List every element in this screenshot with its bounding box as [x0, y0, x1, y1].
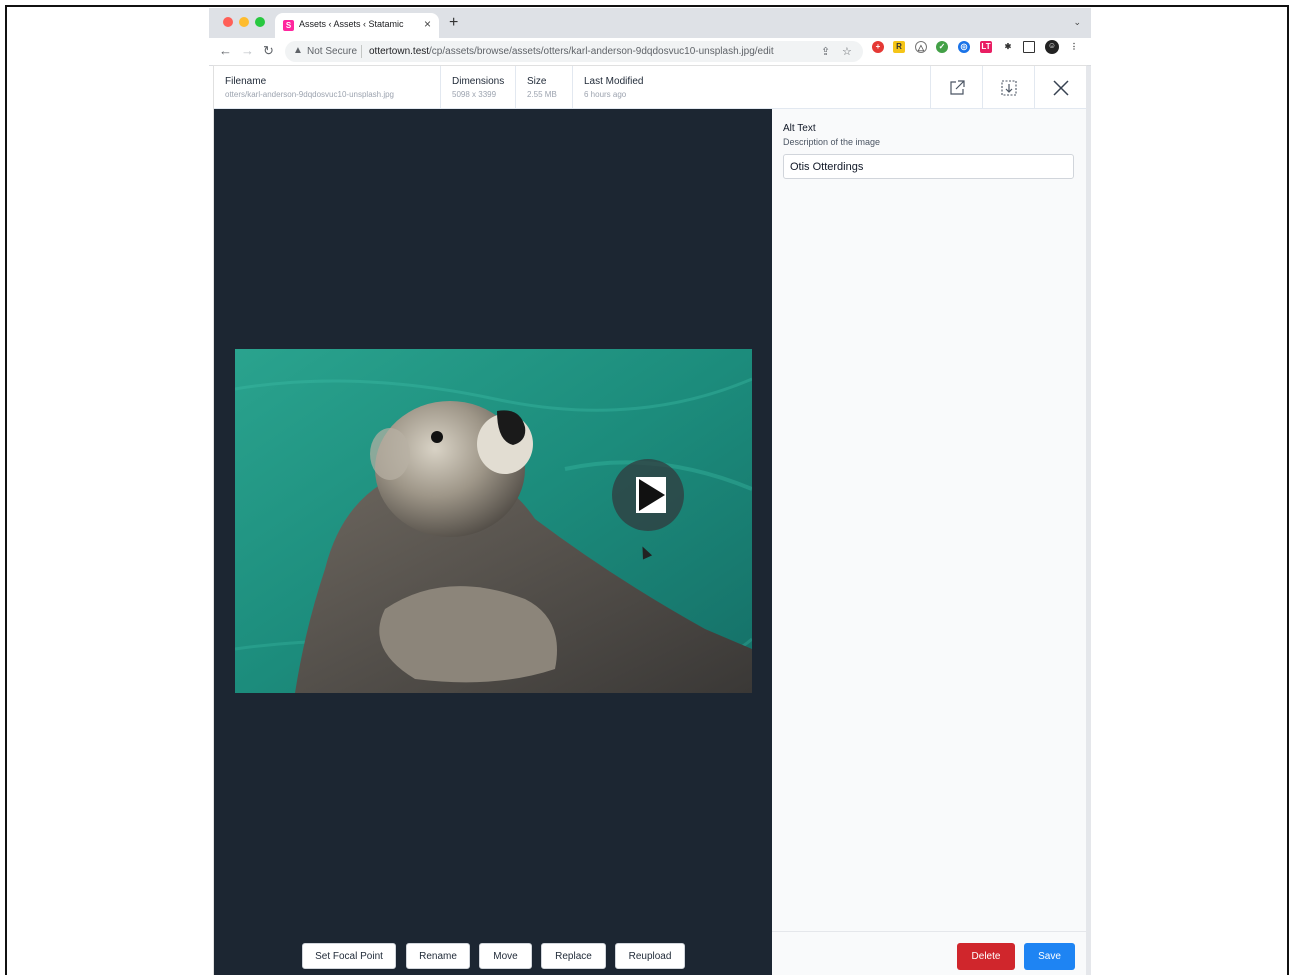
- browser-tab[interactable]: S Assets ‹ Assets ‹ Statamic ×: [275, 13, 439, 38]
- close-icon: [1052, 79, 1069, 96]
- asset-meta-header: Filename otters/karl-anderson-9dqdosvuc1…: [214, 66, 1086, 109]
- minimize-window-button[interactable]: [239, 17, 249, 27]
- filename-value: otters/karl-anderson-9dqdosvuc10-unsplas…: [225, 90, 394, 99]
- tab-title: Assets ‹ Assets ‹ Statamic: [299, 19, 404, 29]
- meta-size: Size 2.55 MB: [516, 66, 573, 109]
- page-scrollbar[interactable]: [1086, 66, 1091, 975]
- extension-red-icon[interactable]: +: [872, 41, 884, 53]
- statamic-favicon-icon: S: [283, 20, 294, 31]
- asset-action-bar: Set Focal Point Rename Move Replace Reup…: [214, 931, 772, 975]
- browser-window: S Assets ‹ Assets ‹ Statamic × + ⌄ ← → ↻…: [209, 8, 1091, 975]
- maximize-window-button[interactable]: [255, 17, 265, 27]
- profile-icon[interactable]: ☺: [1045, 40, 1059, 54]
- download-button[interactable]: [982, 66, 1034, 109]
- alt-text-label: Alt Text: [783, 123, 816, 134]
- tab-bar: S Assets ‹ Assets ‹ Statamic × + ⌄: [209, 8, 1091, 38]
- move-button[interactable]: Move: [479, 943, 532, 969]
- replace-button[interactable]: Replace: [541, 943, 606, 969]
- otter-photo: [235, 349, 752, 693]
- forward-arrow-icon[interactable]: →: [241, 43, 254, 58]
- extension-cloud-icon[interactable]: △: [915, 41, 927, 53]
- external-link-icon: [949, 79, 965, 95]
- new-tab-button[interactable]: +: [449, 14, 458, 32]
- address-bar[interactable]: ▲ Not Secure ottertown.test/cp/assets/br…: [285, 41, 863, 62]
- set-focal-point-button[interactable]: Set Focal Point: [302, 943, 396, 969]
- meta-last-modified: Last Modified 6 hours ago: [573, 66, 663, 109]
- star-icon[interactable]: ☆: [842, 45, 852, 58]
- extension-lt-icon[interactable]: LT: [980, 41, 992, 53]
- modified-value: 6 hours ago: [584, 90, 627, 99]
- reupload-button[interactable]: Reupload: [615, 943, 685, 969]
- sidebar-icon[interactable]: [1023, 41, 1035, 53]
- alt-text-help: Description of the image: [783, 137, 881, 147]
- size-value: 2.55 MB: [527, 90, 557, 99]
- download-icon: [1000, 79, 1017, 96]
- dimensions-value: 5098 x 3399: [452, 90, 497, 99]
- asset-editor: Filename otters/karl-anderson-9dqdosvuc1…: [214, 66, 1086, 975]
- delete-button[interactable]: Delete: [957, 943, 1015, 970]
- open-in-new-tab-button[interactable]: [930, 66, 982, 109]
- tab-close-icon[interactable]: ×: [424, 17, 431, 31]
- close-editor-button[interactable]: [1034, 66, 1086, 109]
- asset-fields-sidebar: Alt Text Description of the image Delete…: [772, 109, 1086, 975]
- meta-dimensions: Dimensions 5098 x 3399: [441, 66, 516, 109]
- image-preview-pane: Set Focal Point Rename Move Replace Reup…: [214, 109, 772, 975]
- modified-label: Last Modified: [584, 76, 644, 87]
- rename-button[interactable]: Rename: [406, 943, 470, 969]
- url-text[interactable]: ottertown.test/cp/assets/browse/assets/o…: [369, 46, 774, 57]
- url-path: /cp/assets/browse/assets/otters/karl-and…: [429, 46, 774, 57]
- security-label: Not Secure: [307, 46, 358, 57]
- extension-r-icon[interactable]: R: [893, 41, 905, 53]
- size-label: Size: [527, 76, 547, 87]
- play-icon: [636, 477, 666, 513]
- menu-icon[interactable]: ⋮: [1068, 41, 1080, 53]
- filename-label: Filename: [225, 76, 267, 87]
- tab-search-chevron-icon[interactable]: ⌄: [1073, 17, 1081, 28]
- reload-icon[interactable]: ↻: [263, 43, 274, 59]
- play-button[interactable]: [612, 459, 684, 531]
- url-host: ottertown.test: [369, 46, 430, 57]
- warning-icon: ▲: [293, 45, 303, 56]
- extension-password-icon[interactable]: ◎: [958, 41, 970, 53]
- extension-shield-icon[interactable]: ✓: [936, 41, 948, 53]
- asset-image[interactable]: [235, 349, 752, 693]
- share-icon[interactable]: ⇪: [821, 45, 830, 58]
- dimensions-label: Dimensions: [452, 76, 505, 87]
- alt-text-input[interactable]: [783, 154, 1074, 179]
- save-button[interactable]: Save: [1024, 943, 1075, 970]
- close-window-button[interactable]: [223, 17, 233, 27]
- meta-filename: Filename otters/karl-anderson-9dqdosvuc1…: [214, 66, 441, 109]
- sidebar-footer: Delete Save: [772, 931, 1086, 975]
- puzzle-icon[interactable]: ✱: [1002, 41, 1014, 53]
- url-divider: [361, 45, 362, 58]
- back-arrow-icon[interactable]: ←: [219, 43, 232, 58]
